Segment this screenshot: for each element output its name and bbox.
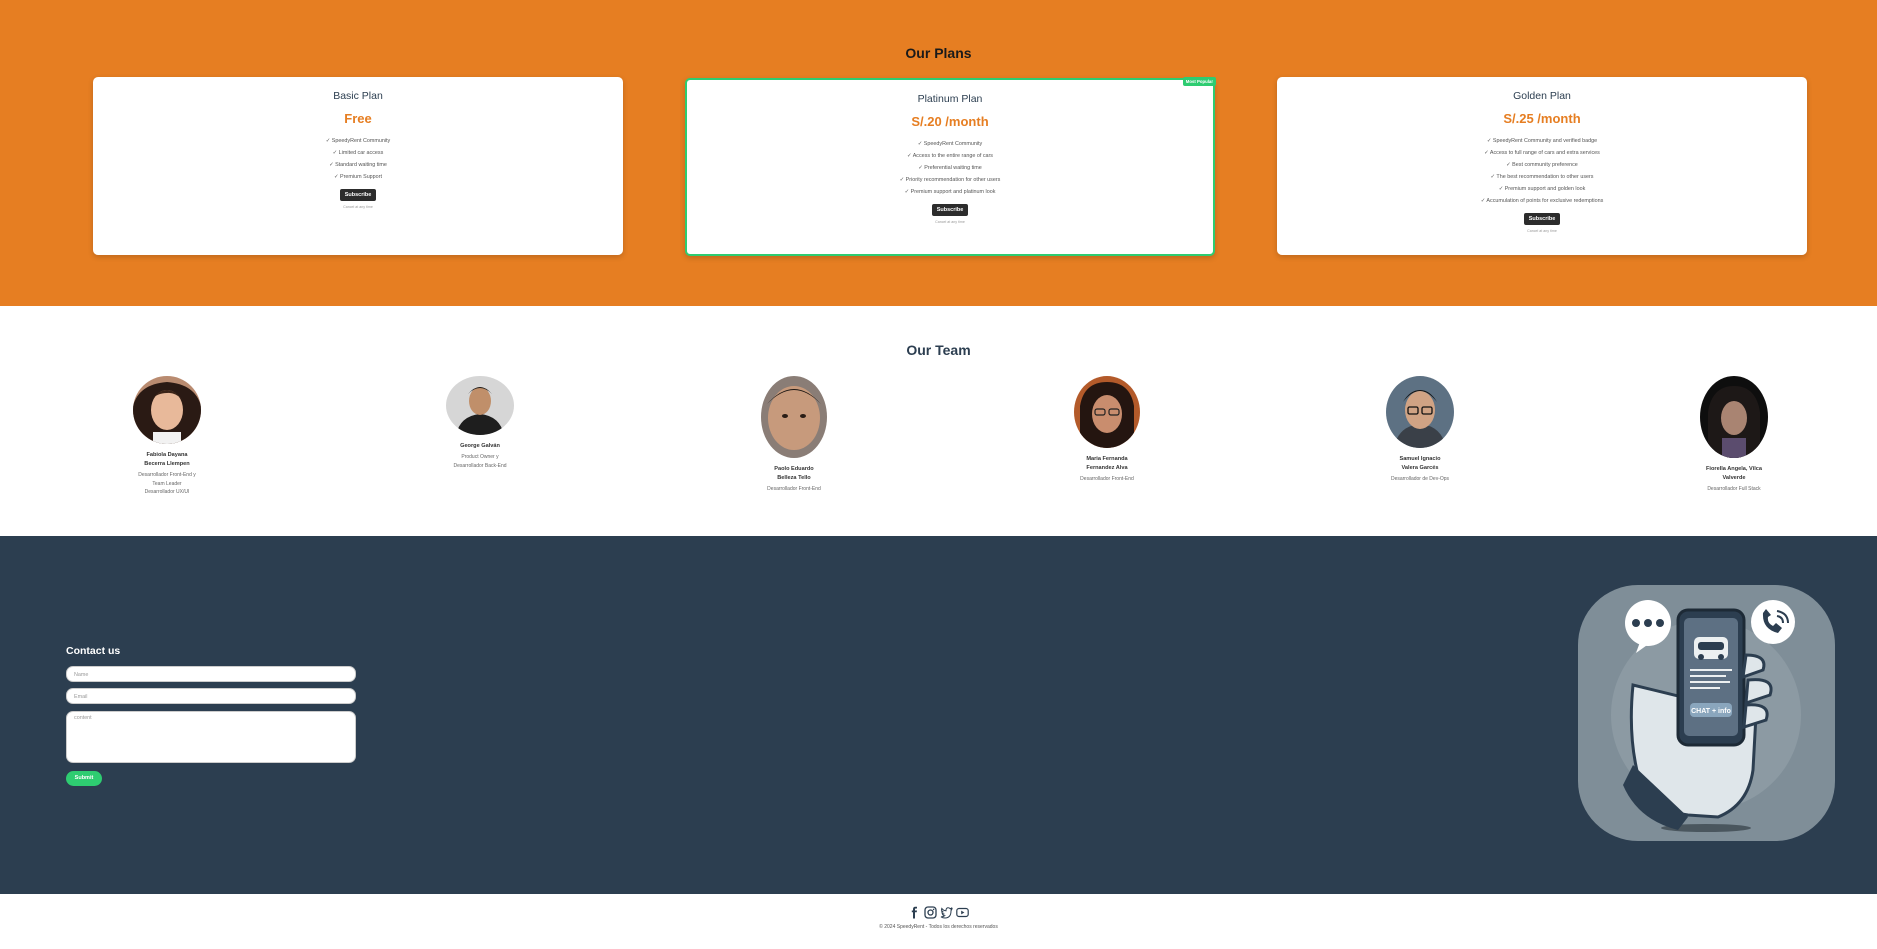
member-role: Desarrollador Full Stack <box>1707 486 1761 492</box>
member-name: Fabiola Dayana Becerra Llempen <box>144 452 190 467</box>
team-section: Our Team Fabiola Dayana Becerra Llempen D… <box>0 306 1877 536</box>
plan-feature: ✓ SpeedyRent Community <box>917 141 983 147</box>
footer: © 2024 SpeedyRent - Todos los derechos r… <box>0 894 1877 949</box>
plan-feature: ✓ Access to the entire range of cars <box>906 153 994 159</box>
instagram-icon[interactable] <box>924 906 937 919</box>
most-popular-badge: Most Popular <box>1182 77 1216 86</box>
avatar <box>446 376 514 435</box>
plans-section: Our Plans Basic Plan Free ✓ SpeedyRent C… <box>0 0 1877 306</box>
platinum-plan-features: ✓ SpeedyRent Community ✓ Access to the e… <box>687 138 1213 198</box>
plan-feature: ✓ Priority recommendation for other user… <box>899 177 1001 183</box>
copyright-text: © 2024 SpeedyRent - Todos los derechos r… <box>879 924 998 930</box>
plans-title: Our Plans <box>905 45 972 61</box>
avatar <box>133 376 201 444</box>
email-input[interactable]: Email <box>66 688 356 704</box>
plan-feature: ✓ Limited car access <box>332 150 384 156</box>
social-links <box>0 906 1877 919</box>
youtube-icon[interactable] <box>956 906 969 919</box>
member-role: Desarrollador Front-End y Team Leader Desa… <box>138 472 196 495</box>
avatar <box>1700 376 1768 458</box>
member-role: Desarrollador de Dev-Ops <box>1390 476 1450 482</box>
golden-plan-features: ✓ SpeedyRent Community and verified badg… <box>1277 135 1807 207</box>
basic-subscribe-button[interactable]: Subscribe <box>339 189 377 201</box>
member-name: Samuel Ignacio Valera Garcés <box>1399 456 1441 471</box>
avatar <box>761 376 827 458</box>
chat-phone-illustration: CHAT + info <box>1578 585 1835 841</box>
twitter-icon[interactable] <box>940 906 953 919</box>
golden-plan-price: S/.25 /month <box>1503 111 1581 126</box>
facebook-icon[interactable] <box>908 906 921 919</box>
platinum-plan-note: Cancel at any time <box>935 220 965 224</box>
contact-title: Contact us <box>66 645 121 657</box>
basic-plan-features: ✓ SpeedyRent Community ✓ Limited car acc… <box>93 135 623 183</box>
basic-plan-note: Cancel at any time <box>343 205 373 209</box>
team-member: Maria Fernanda Fernandez Alva Desarrollad… <box>1037 376 1177 484</box>
plan-feature: ✓ Access to full range of cars and extra… <box>1484 150 1600 156</box>
plan-feature: ✓ Premium support and platinum look <box>904 189 996 195</box>
golden-subscribe-button[interactable]: Subscribe <box>1523 213 1561 225</box>
member-name: Fiorella Angela, Vilca Valverde <box>1706 466 1762 481</box>
team-member: Fabiola Dayana Becerra Llempen Desarrolla… <box>97 376 237 497</box>
member-name: Maria Fernanda Fernandez Alva <box>1086 456 1128 471</box>
platinum-subscribe-button[interactable]: Subscribe <box>931 204 969 216</box>
plan-feature: ✓ Premium support and golden look <box>1498 186 1586 192</box>
contact-section: Contact us Name Email content Submit CHA… <box>0 536 1877 894</box>
submit-button[interactable]: Submit <box>66 771 102 786</box>
basic-plan-card: Basic Plan Free ✓ SpeedyRent Community ✓… <box>93 77 623 255</box>
plan-feature: ✓ Best community preference <box>1506 162 1578 168</box>
basic-plan-title: Basic Plan <box>333 90 383 102</box>
member-role: Desarrollador Front-End <box>767 486 821 492</box>
team-member: George Galván Product Owner y Desarrollad… <box>410 376 550 470</box>
plan-feature: ✓ Preferential waiting time <box>918 165 982 171</box>
illustration-chat-text: CHAT + info <box>1691 708 1731 715</box>
team-member: Fiorella Angela, Vilca Valverde Desarroll… <box>1664 376 1804 494</box>
team-member: Samuel Ignacio Valera Garcés Desarrollado… <box>1350 376 1490 484</box>
platinum-plan-title: Platinum Plan <box>917 93 983 105</box>
avatar <box>1386 376 1454 448</box>
plan-feature: ✓ Accumulation of points for exclusive r… <box>1480 198 1604 204</box>
plan-feature: ✓ Premium Support <box>334 174 382 180</box>
team-title: Our Team <box>906 342 971 358</box>
plan-feature: ✓ The best recommendation to other users <box>1490 174 1594 180</box>
golden-plan-note: Cancel at any time <box>1527 229 1557 233</box>
member-name: George Galván <box>460 443 500 449</box>
content-textarea[interactable]: content <box>66 711 356 763</box>
platinum-plan-price: S/.20 /month <box>911 114 989 129</box>
plan-feature: ✓ SpeedyRent Community and verified badg… <box>1486 138 1598 144</box>
team-member: Paolo Eduardo Belleza Tello Desarrollador… <box>724 376 864 494</box>
golden-plan-card: Golden Plan S/.25 /month ✓ SpeedyRent Co… <box>1277 77 1807 255</box>
plan-feature: ✓ SpeedyRent Community <box>325 138 391 144</box>
golden-plan-title: Golden Plan <box>1513 90 1571 102</box>
platinum-plan-card: Most Popular Platinum Plan S/.20 /month … <box>685 77 1216 256</box>
member-role: Desarrollador Front-End <box>1080 476 1134 482</box>
basic-plan-price: Free <box>344 111 372 126</box>
plan-feature: ✓ Standard waiting time <box>329 162 387 168</box>
name-input[interactable]: Name <box>66 666 356 682</box>
member-name: Paolo Eduardo Belleza Tello <box>774 466 814 481</box>
avatar <box>1074 376 1140 448</box>
member-role: Product Owner y Desarrollador Back-End <box>453 454 507 469</box>
